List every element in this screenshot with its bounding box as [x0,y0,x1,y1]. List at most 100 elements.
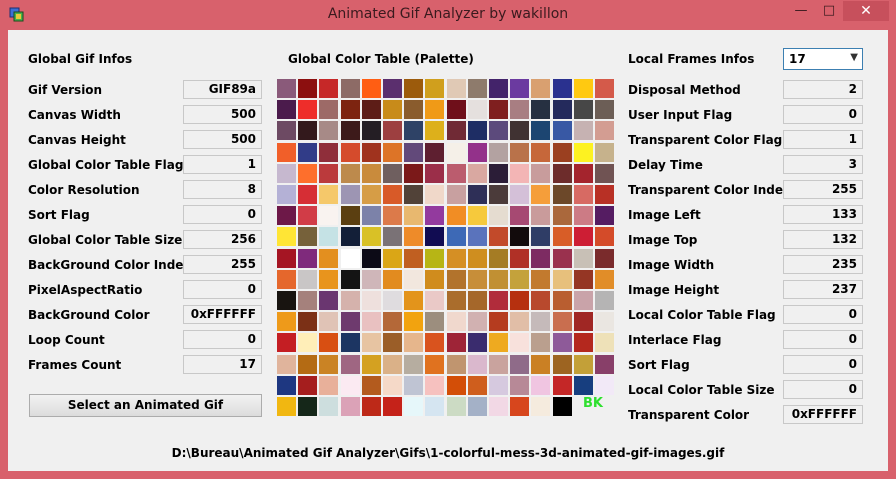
palette-swatch [552,79,572,98]
palette-swatch [319,354,339,374]
local-info-label: Image Left [628,208,701,222]
local-info-label: User Input Flag [628,108,733,122]
global-info-label: Canvas Height [28,133,126,147]
palette-swatch [361,163,381,183]
palette-swatch [404,291,424,310]
global-info-label: Loop Count [28,333,105,347]
palette-swatch [298,354,318,374]
palette-swatch [277,142,296,162]
palette-swatch [404,269,424,289]
palette-swatch [361,269,381,289]
title-bar[interactable]: Animated Gif Analyzer by wakillon — □ ✕ [0,0,896,30]
palette-swatch [467,375,487,395]
palette-swatch [510,206,530,226]
palette-swatch [340,333,360,353]
palette-swatch [552,206,572,226]
palette-swatch [552,312,572,332]
local-info-label: Local Color Table Size [628,383,775,397]
local-info-label: Disposal Method [628,83,741,97]
palette-swatch [489,312,508,332]
maximize-button[interactable]: □ [816,1,842,21]
palette-swatch [446,100,466,120]
color-palette-grid: BK [277,79,617,419]
palette-swatch [319,248,339,268]
global-info-value: 1 [183,155,262,174]
palette-swatch [531,163,551,183]
global-info-label: PixelAspectRatio [28,283,143,297]
palette-swatch [277,163,296,183]
palette-swatch [446,354,466,374]
local-info-value: 0 [783,355,863,374]
local-info-label: Transparent Color Index [628,183,791,197]
window-title: Animated Gif Analyzer by wakillon [327,6,569,22]
global-info-value: 17 [183,355,262,374]
palette-swatch [298,79,318,98]
global-info-label: BackGround Color Index [28,258,192,272]
palette-swatch [340,248,360,268]
palette-swatch [510,142,530,162]
palette-swatch [489,142,508,162]
palette-swatch [531,397,551,416]
global-info-label: Global Color Table Flag [28,158,184,172]
palette-swatch [340,227,360,247]
palette-swatch [531,142,551,162]
palette-swatch [319,121,339,141]
global-info-value: 0xFFFFFF [183,305,262,324]
palette-swatch [404,312,424,332]
palette-swatch [595,227,614,247]
palette-swatch [489,397,508,416]
local-info-value: 255 [783,180,863,199]
palette-swatch [573,163,593,183]
palette-swatch [319,142,339,162]
palette-swatch [531,248,551,268]
local-info-label: Image Height [628,283,720,297]
palette-swatch [404,227,424,247]
global-info-value: 0 [183,280,262,299]
palette-swatch [446,312,466,332]
global-info-value: 500 [183,105,262,124]
select-gif-button[interactable]: Select an Animated Gif [29,394,262,417]
palette-swatch [552,100,572,120]
palette-swatch [277,291,296,310]
global-info-label: BackGround Color [28,308,150,322]
palette-swatch [467,206,487,226]
palette-swatch [510,333,530,353]
palette-swatch [340,100,360,120]
palette-swatch [340,375,360,395]
palette-swatch [425,163,445,183]
minimize-button[interactable]: — [788,1,814,21]
palette-swatch [467,100,487,120]
palette-swatch [552,142,572,162]
palette-swatch [425,100,445,120]
palette-swatch [510,269,530,289]
palette-swatch [489,354,508,374]
palette-swatch [467,163,487,183]
palette-swatch [404,397,424,416]
close-button[interactable]: ✕ [843,1,889,21]
palette-swatch [573,269,593,289]
palette-swatch [340,354,360,374]
palette-swatch [510,291,530,310]
palette-swatch [595,206,614,226]
palette-swatch [595,333,614,353]
palette-swatch [467,248,487,268]
palette-swatch [340,142,360,162]
palette-swatch [552,397,572,416]
global-info-label: Sort Flag [28,208,90,222]
palette-swatch [425,354,445,374]
palette-swatch [404,248,424,268]
palette-swatch [361,397,381,416]
palette-swatch [446,185,466,204]
local-info-label: Image Width [628,258,715,272]
palette-swatch [404,163,424,183]
frame-select-dropdown[interactable]: 17 ▼ [783,48,863,70]
palette-swatch [277,227,296,247]
palette-swatch [277,269,296,289]
chevron-down-icon[interactable]: ▼ [850,52,858,63]
palette-swatch [383,375,402,395]
local-info-value: 235 [783,255,863,274]
palette-swatch [425,248,445,268]
palette-swatch [340,185,360,204]
palette-swatch [467,291,487,310]
global-info-label: Frames Count [28,358,122,372]
